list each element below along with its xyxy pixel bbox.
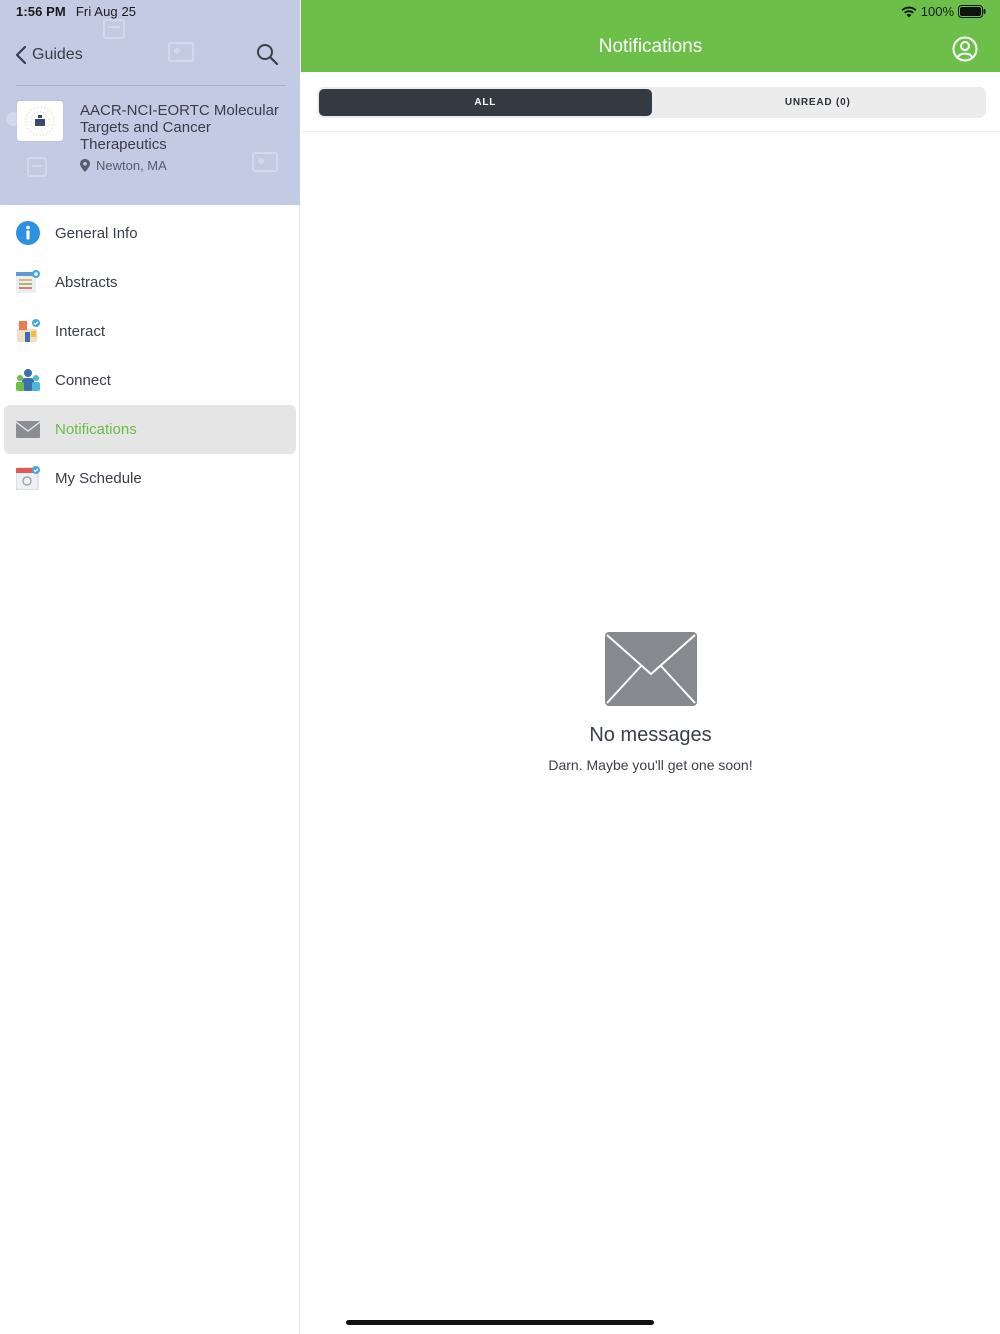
tab-all[interactable]: ALL — [319, 89, 652, 116]
page-title: Notifications — [598, 36, 703, 57]
sidebar-item-label: General Info — [55, 225, 138, 242]
calendar-icon — [16, 466, 40, 490]
event-logo-icon — [25, 106, 55, 136]
sidebar: 1:56 PM Fri Aug 25 Guides AACR-NCI-EORTC … — [0, 0, 300, 1334]
decor-document-icon — [103, 19, 125, 39]
event-logo — [17, 101, 63, 141]
interact-icon — [17, 319, 40, 342]
sidebar-item-label: Interact — [55, 323, 106, 340]
empty-state: No messages Darn. Maybe you'll get one s… — [301, 632, 1000, 773]
event-title: AACR-NCI-EORTC Molecular Targets and Can… — [80, 102, 279, 153]
back-label: Guides — [32, 46, 83, 63]
search-icon[interactable] — [255, 42, 279, 66]
tabs-divider — [301, 131, 1000, 132]
decor-document-icon — [27, 157, 47, 177]
battery-icon — [958, 5, 986, 18]
abstracts-icon — [16, 270, 40, 293]
envelope-icon — [16, 421, 40, 438]
main-panel: 100% Notifications ALL UNREAD (0) No mes… — [301, 0, 1000, 1334]
sidebar-item-connect[interactable]: Connect — [4, 356, 296, 405]
empty-state-subtitle: Darn. Maybe you'll get one soon! — [548, 757, 753, 773]
info-icon — [16, 221, 40, 245]
notification-filter-tabs: ALL UNREAD (0) — [317, 87, 986, 118]
connect-icon — [16, 369, 40, 391]
decor-card-icon — [252, 152, 278, 172]
back-button[interactable]: Guides — [14, 42, 83, 68]
top-bar: 100% Notifications — [301, 0, 1000, 72]
tab-unread[interactable]: UNREAD (0) — [652, 89, 985, 116]
wifi-icon — [901, 6, 917, 17]
sidebar-item-interact[interactable]: Interact — [4, 307, 296, 356]
sidebar-item-label: Connect — [55, 372, 111, 389]
sidebar-item-my-schedule[interactable]: My Schedule — [4, 454, 296, 503]
home-indicator[interactable] — [346, 1320, 654, 1325]
status-time: 1:56 PM Fri Aug 25 — [16, 4, 136, 19]
profile-icon[interactable] — [952, 36, 978, 62]
sidebar-nav: General Info Abstracts Interact Connect … — [0, 209, 300, 503]
sidebar-item-abstracts[interactable]: Abstracts — [4, 258, 296, 307]
decor-card-icon — [168, 42, 194, 62]
header-divider — [16, 85, 286, 86]
sidebar-item-notifications[interactable]: Notifications — [4, 405, 296, 454]
status-clock: 1:56 PM — [16, 4, 66, 19]
sidebar-item-label: My Schedule — [55, 470, 142, 487]
event-location: Newton, MA — [80, 158, 167, 173]
status-date: Fri Aug 25 — [75, 4, 137, 19]
location-pin-icon — [80, 159, 90, 172]
sidebar-item-general-info[interactable]: General Info — [4, 209, 296, 258]
battery-percent: 100% — [920, 4, 954, 19]
empty-state-title: No messages — [589, 724, 712, 746]
chevron-left-icon — [15, 45, 27, 65]
sidebar-item-label: Abstracts — [55, 274, 118, 291]
status-right: 100% — [897, 4, 986, 19]
envelope-icon — [604, 632, 697, 706]
sidebar-item-label: Notifications — [55, 421, 137, 438]
sidebar-header: 1:56 PM Fri Aug 25 Guides AACR-NCI-EORTC … — [0, 0, 300, 205]
event-location-label: Newton, MA — [96, 158, 167, 173]
